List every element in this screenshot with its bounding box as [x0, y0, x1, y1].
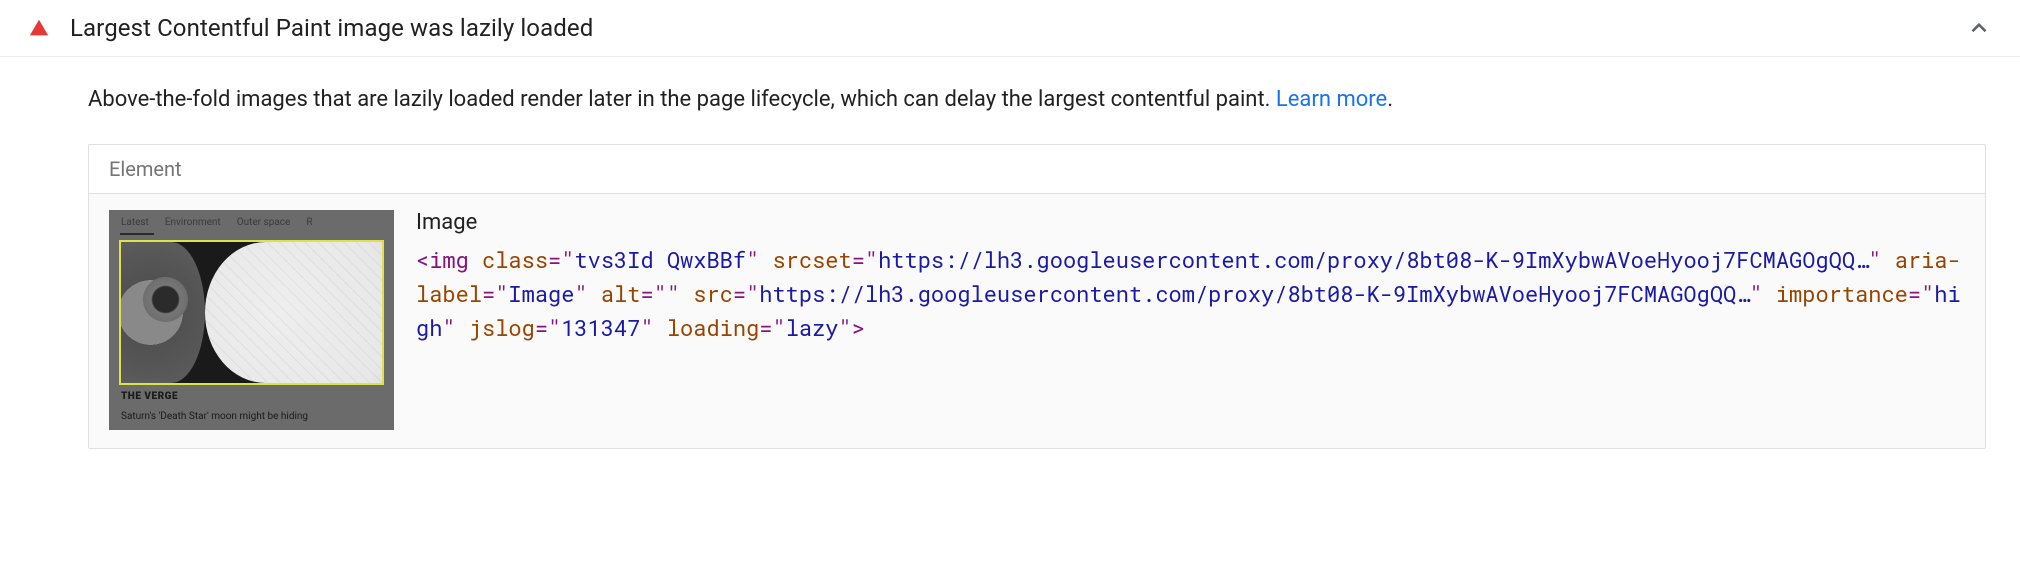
audit-body: Above-the-fold images that are lazily lo… — [0, 57, 2020, 473]
node-snippet[interactable]: <img class="tvs3Id QwxBBf" srcset="https… — [416, 243, 1965, 345]
thumb-nav-item: Latest — [121, 217, 149, 228]
audit-title: Largest Contentful Paint image was lazil… — [70, 14, 1966, 42]
moon-image-icon — [205, 242, 384, 383]
chevron-up-icon[interactable] — [1966, 15, 1992, 41]
fail-triangle-icon — [28, 17, 50, 39]
thumb-nav: Latest Environment Outer space R — [109, 210, 394, 232]
thumb-highlight-box — [119, 240, 384, 385]
thumb-source: THE VERGE — [121, 391, 178, 402]
learn-more-link[interactable]: Learn more — [1276, 87, 1387, 112]
description-suffix: . — [1387, 87, 1393, 112]
thumb-nav-item: Outer space — [237, 217, 291, 228]
audit-description: Above-the-fold images that are lazily lo… — [88, 83, 1986, 116]
table-header: Element — [89, 145, 1985, 194]
node-label: Image — [416, 210, 1965, 235]
audit-item: Largest Contentful Paint image was lazil… — [0, 0, 2020, 473]
thumb-caption: Saturn's 'Death Star' moon might be hidi… — [121, 411, 382, 422]
thumb-nav-item: R — [306, 217, 312, 228]
audit-header[interactable]: Largest Contentful Paint image was lazil… — [0, 0, 2020, 57]
node-details: Image <img class="tvs3Id QwxBBf" srcset=… — [416, 210, 1965, 430]
moon-image-icon — [119, 242, 205, 383]
thumb-nav-item: Environment — [165, 217, 221, 228]
table-row: Latest Environment Outer space R THE VER… — [89, 194, 1985, 448]
element-table: Element Latest Environment Outer space R… — [88, 144, 1986, 449]
element-thumbnail: Latest Environment Outer space R THE VER… — [109, 210, 394, 430]
thumb-nav-underline — [120, 233, 154, 235]
description-text: Above-the-fold images that are lazily lo… — [88, 87, 1276, 112]
